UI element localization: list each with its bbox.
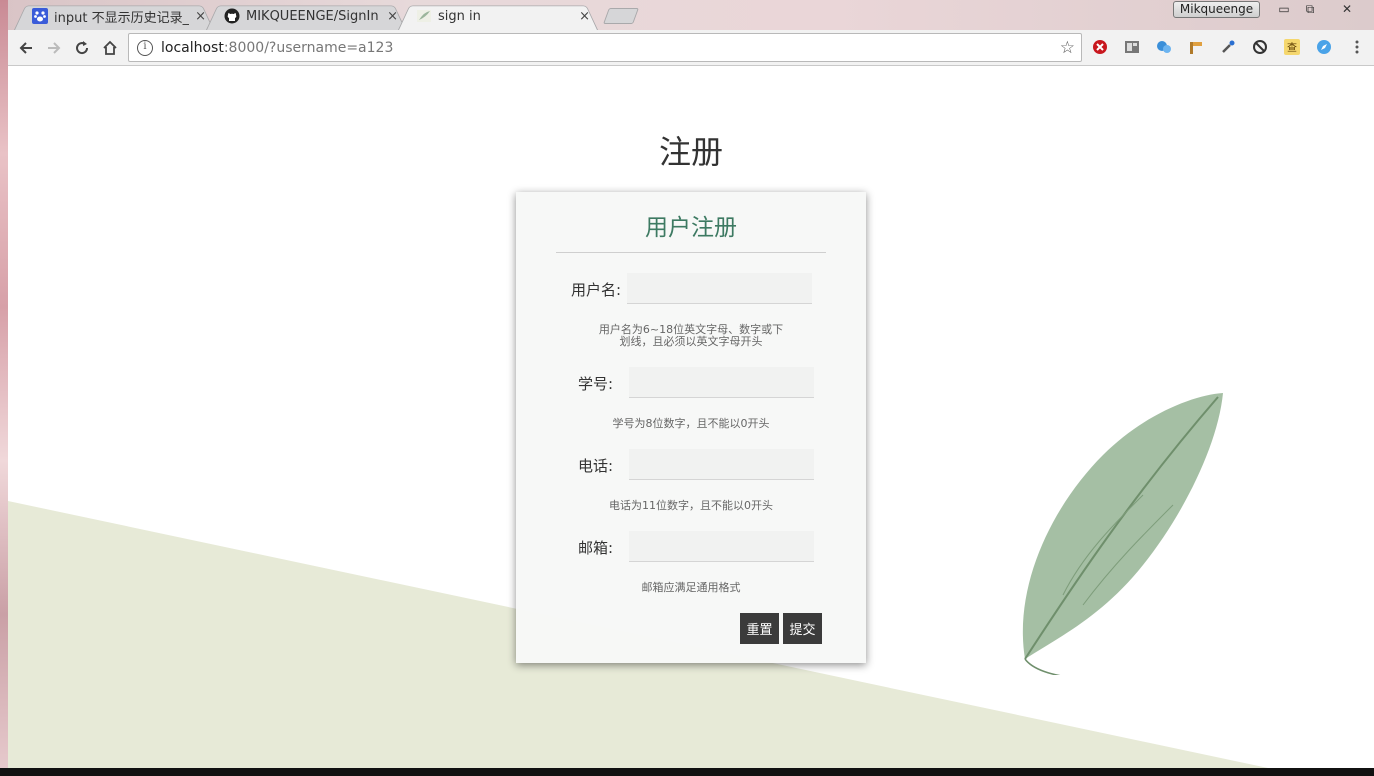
tab-close-button[interactable]: × <box>579 9 590 24</box>
tab-github[interactable]: MIKQUEENGE/SignIn × <box>206 2 406 30</box>
page-title: 注册 <box>658 133 723 171</box>
phone-hint: 电话为11位数字，且不能以0开头 <box>609 499 773 512</box>
email-label: 邮箱: <box>578 539 614 557</box>
reload-icon[interactable] <box>70 36 94 60</box>
email-hint: 邮箱应满足通用格式 <box>641 581 741 594</box>
eyedropper-extension-icon[interactable] <box>1219 38 1237 56</box>
username-label: 用户名: <box>571 281 622 299</box>
student-id-input[interactable] <box>629 367 814 398</box>
profile-button[interactable]: Mikqueenge <box>1173 1 1260 18</box>
svg-text:查: 查 <box>1287 41 1297 54</box>
baidu-paw-icon <box>32 8 48 24</box>
tab-baidu[interactable]: input 不显示历史记录_百 × <box>14 2 214 30</box>
minimize-icon[interactable]: ▭ <box>1270 0 1298 18</box>
username-hint: 用户名为6~18位英文字母、数字或下 划线，且必须以英文字母开头 <box>598 323 784 348</box>
tab-title: input 不显示历史记录_百 <box>54 10 189 26</box>
tab-close-button[interactable]: × <box>387 9 398 24</box>
desktop-background-edge <box>0 0 8 768</box>
back-arrow-icon[interactable] <box>14 36 38 60</box>
flag-extension-icon[interactable] <box>1187 38 1205 56</box>
github-icon <box>224 8 240 24</box>
student-id-hint: 学号为8位数字，且不能以0开头 <box>612 417 770 430</box>
restore-icon[interactable]: ⧉ <box>1296 0 1324 18</box>
form-heading: 用户注册 <box>645 215 737 241</box>
submit-button[interactable]: 提交 <box>783 613 822 644</box>
dictionary-extension-icon[interactable]: 查 <box>1283 38 1301 56</box>
compass-extension-icon[interactable] <box>1315 38 1333 56</box>
heading-divider <box>556 252 826 253</box>
browser-toolbar: i localhost:8000/?username=a123 ☆ 查 <box>0 30 1374 66</box>
bookmark-star-icon[interactable]: ☆ <box>1060 38 1075 58</box>
tab-strip: input 不显示历史记录_百 × MIKQUEENGE/SignIn × si… <box>0 0 1374 30</box>
registration-card: 用户注册 用户名: 用户名为6~18位英文字母、数字或下 划线，且必须以英文字母… <box>516 192 866 663</box>
page-viewport: 注册 用户注册 用户名: 用户名为6~18位英文字母、数字或下 划线，且必须以英… <box>8 67 1374 768</box>
forward-arrow-icon[interactable] <box>42 36 66 60</box>
tab-title: MIKQUEENGE/SignIn <box>246 8 379 24</box>
tab-title: sign in <box>438 8 481 24</box>
menu-dots-icon[interactable] <box>1348 38 1366 56</box>
home-icon[interactable] <box>98 36 122 60</box>
new-tab-button[interactable] <box>603 8 639 24</box>
taskbar-edge <box>0 768 1374 776</box>
site-info-icon[interactable]: i <box>137 39 153 56</box>
leaf-decoration <box>1022 393 1223 675</box>
username-input[interactable] <box>627 273 812 304</box>
tab-sign-in[interactable]: sign in × <box>398 2 598 30</box>
adblock-extension-icon[interactable] <box>1091 38 1109 56</box>
phone-label: 电话: <box>578 457 614 475</box>
phone-input[interactable] <box>629 449 814 480</box>
url-text: localhost:8000/?username=a123 <box>161 39 394 56</box>
email-input[interactable] <box>629 531 814 562</box>
close-window-icon[interactable]: ✕ <box>1332 0 1362 18</box>
reset-button[interactable]: 重置 <box>740 613 779 644</box>
sync-extension-icon[interactable] <box>1251 38 1269 56</box>
tab-close-button[interactable]: × <box>195 9 206 24</box>
reader-extension-icon[interactable] <box>1123 38 1141 56</box>
student-id-label: 学号: <box>578 375 614 393</box>
page-leaf-icon <box>416 8 432 24</box>
translate-extension-icon[interactable] <box>1155 38 1173 56</box>
address-bar[interactable]: i localhost:8000/?username=a123 ☆ <box>128 33 1082 62</box>
